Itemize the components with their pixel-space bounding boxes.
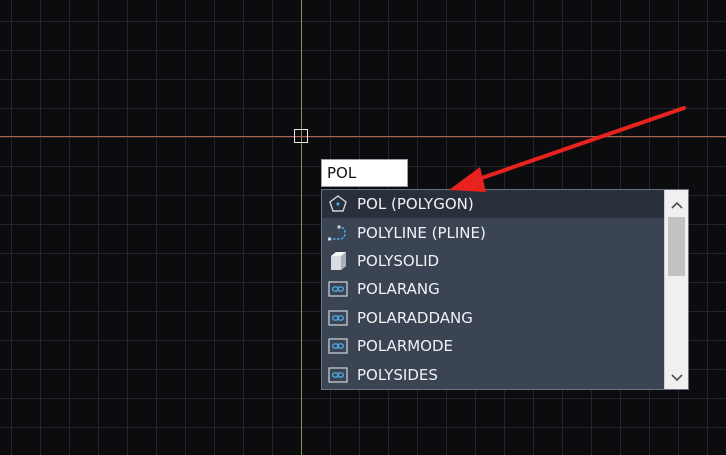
polysolid-icon [327,251,349,271]
scrollbar-thumb[interactable] [668,217,685,276]
list-item-polarmode[interactable]: POLARMODE [322,332,664,360]
list-item-label: POLARADDANG [357,308,473,327]
vertical-scrollbar[interactable] [664,190,688,389]
crosshair-vertical-line [301,0,302,455]
chevron-down-icon [670,367,683,386]
list-item-label: POLYSOLID [357,251,440,270]
system-variable-icon [327,336,349,356]
system-variable-icon [327,365,349,385]
list-item-polysides[interactable]: POLYSIDES [322,360,664,388]
list-item-label: POL (POLYGON) [357,195,474,214]
list-item-polaraddang[interactable]: POLARADDANG [322,304,664,332]
list-item-label: POLARMODE [357,337,454,356]
list-item-polygon[interactable]: POL (POLYGON) [322,190,664,219]
autocomplete-items: POL (POLYGON) POLYLINE (PLINE) POLYSOLID… [322,190,664,389]
list-item-polarang[interactable]: POLARANG [322,275,664,303]
scroll-up-button[interactable] [665,192,688,214]
polyline-icon [327,223,349,243]
list-item-label: POLARANG [357,280,440,299]
scroll-down-button[interactable] [665,365,688,387]
drawing-canvas[interactable]: POL (POLYGON) POLYLINE (PLINE) [0,0,726,455]
list-item-polyline[interactable]: POLYLINE (PLINE) [322,218,664,246]
system-variable-icon [327,308,349,328]
system-variable-icon [327,279,349,299]
command-autocomplete-list[interactable]: POL (POLYGON) POLYLINE (PLINE) POLYSOLID… [321,189,689,390]
chevron-up-icon [670,194,683,213]
cursor-pickbox [294,129,308,143]
command-input[interactable] [321,159,408,187]
crosshair-horizontal-line [0,136,726,137]
polygon-icon [327,194,349,214]
list-item-label: POLYSIDES [357,365,438,384]
list-item-label: POLYLINE (PLINE) [357,223,486,242]
list-item-polysolid[interactable]: POLYSOLID [322,247,664,275]
